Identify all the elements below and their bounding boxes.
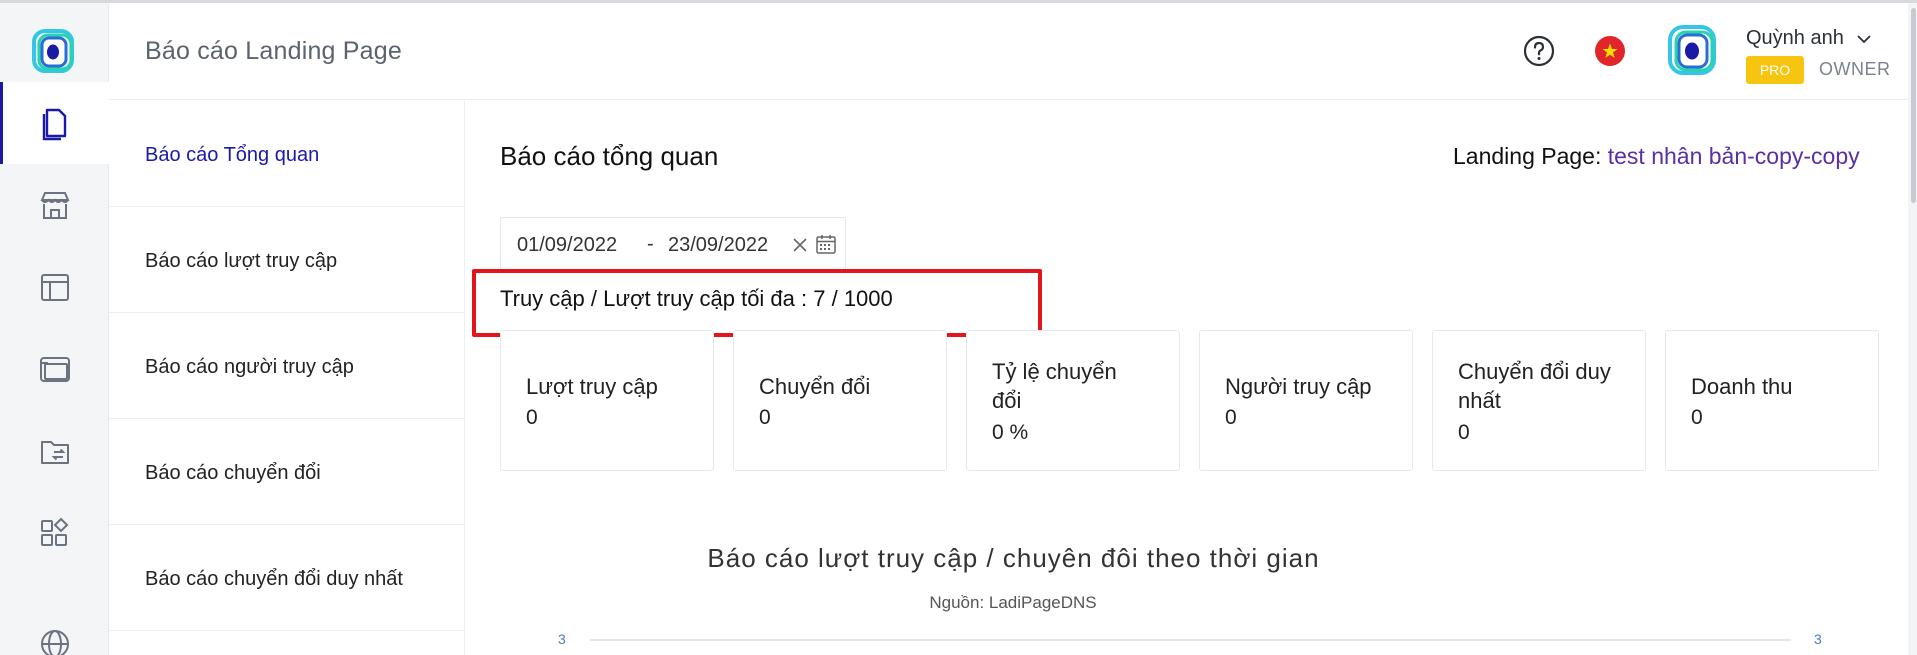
submenu-item-label: Báo cáo người truy cập <box>145 356 354 378</box>
store-icon <box>39 192 70 219</box>
app-logo-icon[interactable] <box>28 26 80 78</box>
submenu-item-label: Báo cáo chuyển đổi <box>145 462 321 484</box>
chart-gridline <box>590 639 1791 641</box>
stat-card-value: 0 <box>1691 406 1703 429</box>
globe-icon <box>40 630 69 655</box>
stat-card-revenue: Doanh thu 0 <box>1665 330 1879 471</box>
stat-card-visitors: Người truy cập 0 <box>1199 330 1413 471</box>
stat-card-label: Doanh thu <box>1691 374 1793 399</box>
stat-card-label: Người truy cập <box>1225 374 1372 399</box>
chevron-down-icon[interactable] <box>1855 30 1873 48</box>
date-from[interactable]: 01/09/2022 <box>517 234 617 257</box>
stat-card-value: 0 % <box>992 421 1029 444</box>
layout-icon <box>40 274 69 301</box>
date-range-picker[interactable]: 01/09/2022 - 23/09/2022 <box>500 217 846 271</box>
plan-badge: PRO <box>1746 56 1804 84</box>
top-header: Báo cáo Landing Page Quỳnh anh PRO OWNER <box>109 3 1908 100</box>
submenu-item-overview[interactable]: Báo cáo Tổng quan <box>109 101 465 207</box>
landing-page-link[interactable]: test nhân bản-copy-copy <box>1608 143 1860 169</box>
stat-card-conversion-rate: Tỷ lệ chuyển đổi 0 % <box>966 330 1180 471</box>
section-title: Báo cáo tổng quan <box>500 141 719 171</box>
submenu-item-visits[interactable]: Báo cáo lượt truy cập <box>109 207 465 313</box>
rail-folder-transfer[interactable] <box>0 410 109 492</box>
clear-icon[interactable] <box>791 236 809 254</box>
calendar-icon[interactable] <box>815 233 837 255</box>
annotation-highlight-box <box>472 269 1042 337</box>
browser-icon <box>39 357 70 382</box>
stat-card-conversions: Chuyển đổi 0 <box>733 330 947 471</box>
submenu-item-unique-conversions[interactable]: Báo cáo chuyển đổi duy nhất <box>109 525 465 631</box>
rail-browser[interactable] <box>0 328 109 410</box>
stat-card-value: 0 <box>1225 406 1237 429</box>
stat-card-value: 0 <box>526 406 538 429</box>
stat-card-unique-conversions: Chuyển đổi duy nhất 0 <box>1432 330 1646 471</box>
chart-title: Báo cáo lượt truy cập / chuyên đôi theo … <box>707 543 1320 573</box>
page-scrollbar-thumb[interactable] <box>1911 8 1916 203</box>
chart-source: Nguồn: LadiPageDNS <box>929 593 1097 612</box>
submenu-item-label: Báo cáo lượt truy cập <box>145 250 338 272</box>
stat-card-label: Chuyển đổi duy nhất <box>1458 359 1611 413</box>
y-axis-right-tick: 3 <box>1814 631 1822 647</box>
rail-layout[interactable] <box>0 246 109 328</box>
stat-card-visits: Lượt truy cập 0 <box>500 330 714 471</box>
stat-cards: Lượt truy cập 0 Chuyển đổi 0 Tỷ lệ chuyể… <box>500 330 1879 471</box>
stat-card-label: Chuyển đổi <box>759 374 871 399</box>
rail-store[interactable] <box>0 164 109 246</box>
stat-card-label: Tỷ lệ chuyển đổi <box>992 359 1117 413</box>
date-separator: - <box>647 233 654 255</box>
help-icon[interactable] <box>1522 34 1556 68</box>
pages-icon <box>42 108 66 141</box>
submenu-item-visitors[interactable]: Báo cáo người truy cập <box>109 313 465 419</box>
rail-pages[interactable] <box>0 82 109 164</box>
stat-card-label: Lượt truy cập <box>526 374 658 399</box>
y-axis-left-tick: 3 <box>558 631 566 647</box>
user-name[interactable]: Quỳnh anh <box>1746 27 1844 50</box>
landing-page-label: Landing Page: <box>1453 143 1602 169</box>
avatar[interactable] <box>1664 22 1722 80</box>
folder-transfer-icon <box>40 441 69 464</box>
submenu-item-label: Báo cáo Tổng quan <box>145 144 320 166</box>
landing-page-info: Landing Page: test nhân bản-copy-copy <box>1453 143 1860 170</box>
date-to[interactable]: 23/09/2022 <box>668 234 768 257</box>
page-title: Báo cáo Landing Page <box>145 37 402 65</box>
vietnam-flag-icon[interactable] <box>1594 35 1626 67</box>
stat-card-value: 0 <box>1458 421 1470 444</box>
stat-card-value: 0 <box>759 406 771 429</box>
user-role: OWNER <box>1819 59 1891 79</box>
submenu-item-conversions[interactable]: Báo cáo chuyển đổi <box>109 419 465 525</box>
